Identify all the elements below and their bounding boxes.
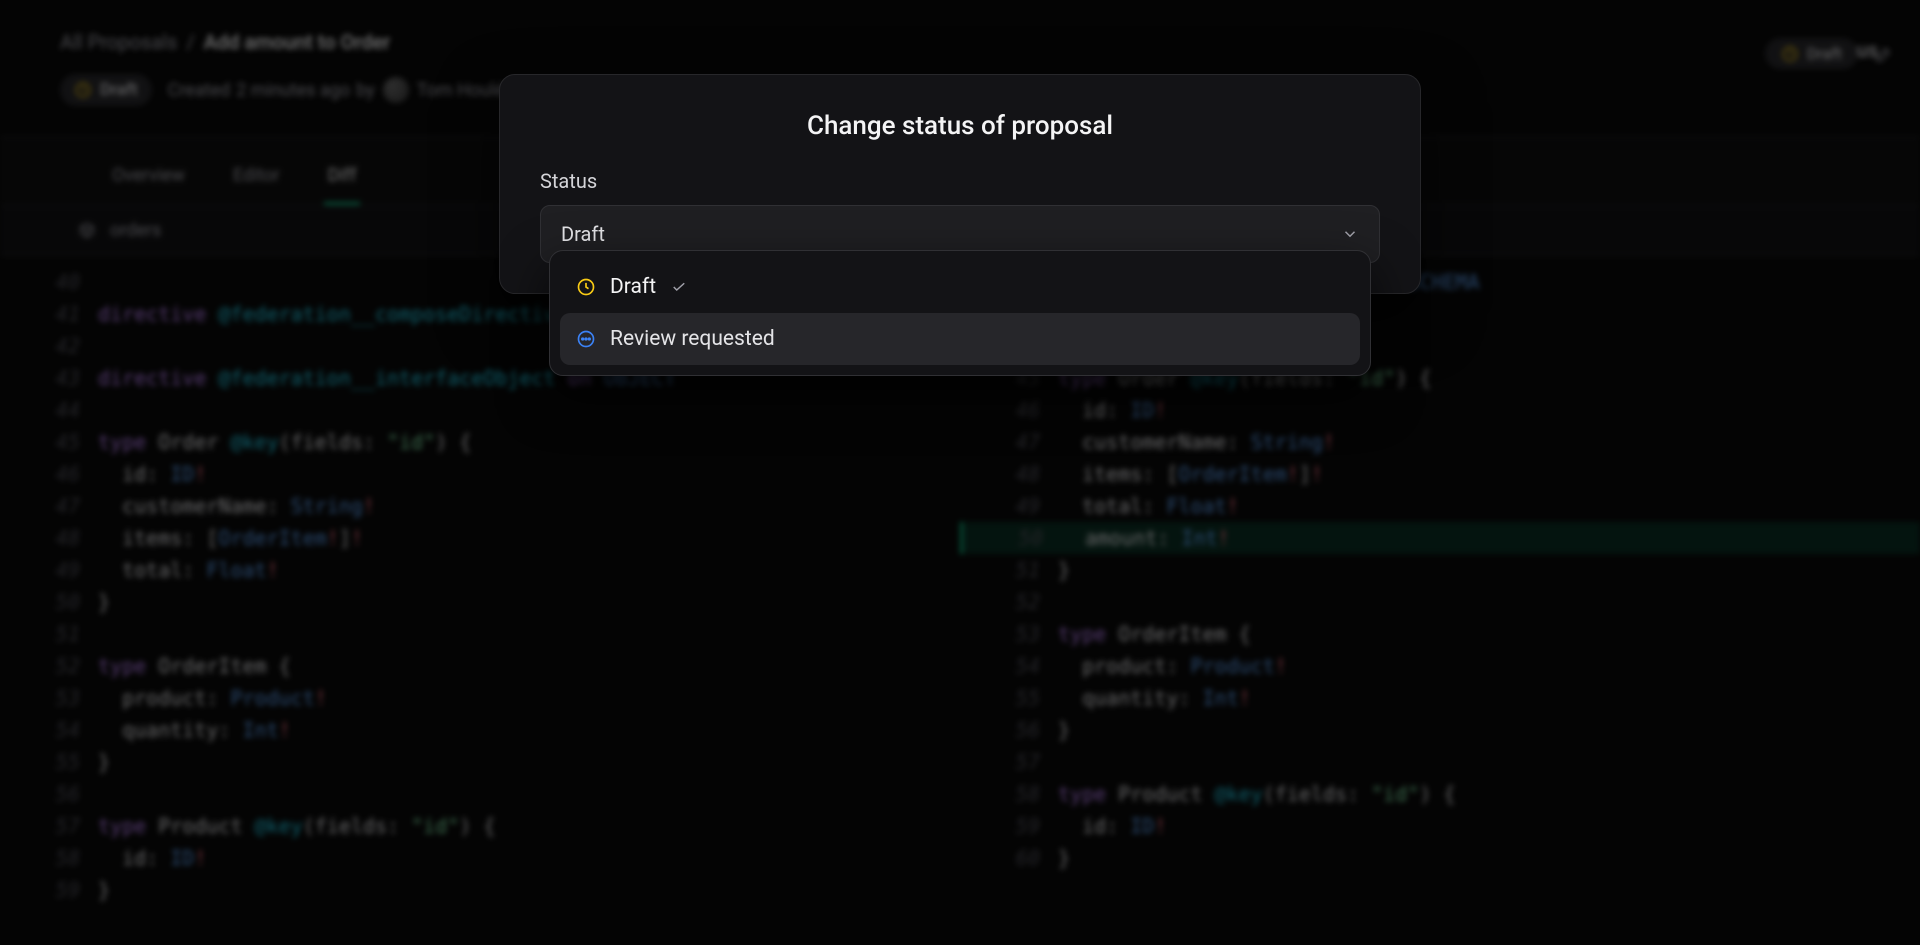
status-field-label: Status [540,169,1380,193]
review-icon [576,329,596,349]
modal-title: Change status of proposal [540,111,1380,141]
status-option-review-label: Review requested [610,327,775,351]
status-dropdown: Draft Review requested [549,250,1371,376]
clock-icon [576,277,596,297]
status-option-review-requested[interactable]: Review requested [560,313,1360,365]
status-option-draft[interactable]: Draft [560,261,1360,313]
status-select-value: Draft [561,222,605,246]
chevron-down-icon [1341,225,1359,243]
check-icon [670,278,688,296]
status-option-draft-label: Draft [610,275,656,299]
